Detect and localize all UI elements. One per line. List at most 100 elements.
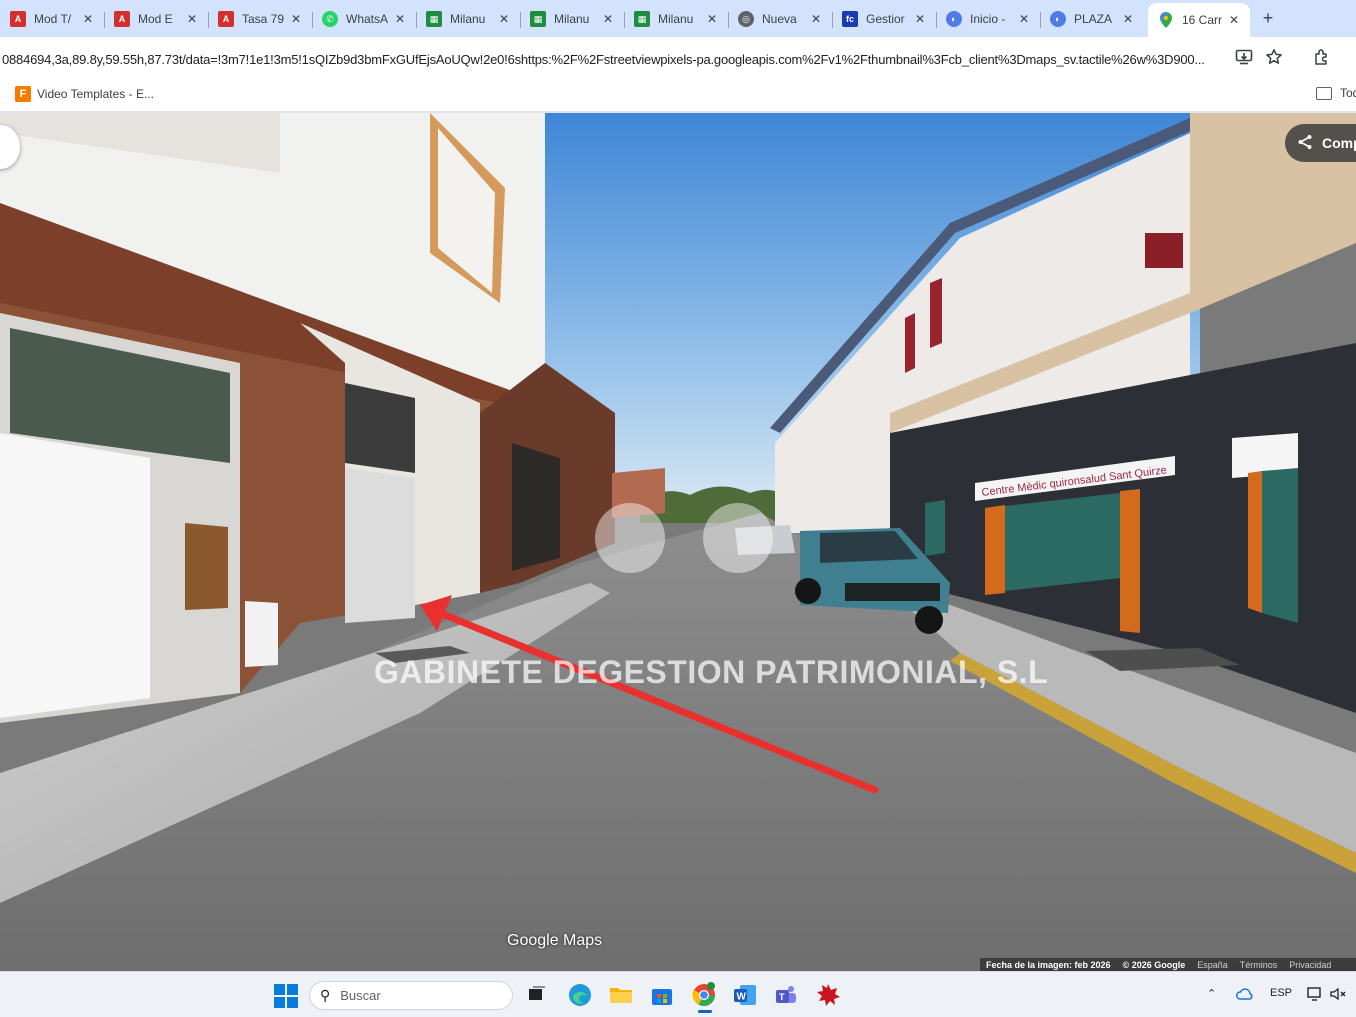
street-scene: Centre Mèdic quironsalud Sant Quirze (0, 113, 1356, 971)
copyright: © 2026 Google (1122, 959, 1186, 970)
display-icon[interactable] (1307, 987, 1323, 1004)
tab-2[interactable]: A Tasa 79 ✕ (208, 4, 313, 34)
tab-5[interactable]: ▦ Milanu ✕ (520, 4, 625, 34)
tab-6[interactable]: ▦ Milanu ✕ (624, 4, 729, 34)
network-cloud-icon[interactable] (1236, 987, 1254, 1004)
tab-title: Tasa 79 (242, 12, 285, 26)
folder-icon (1316, 86, 1332, 100)
tab-title: Mod T/ (34, 12, 72, 26)
search-icon: ⚲ (320, 987, 331, 1003)
teams-icon[interactable]: T (773, 982, 799, 1008)
watermark-text: GABINETE DEGESTION PATRIMONIAL, S.L (374, 654, 1049, 690)
globe-icon: ◐ (946, 11, 962, 27)
watermark-logo (595, 503, 665, 573)
sheets-icon: ▦ (634, 11, 650, 27)
close-icon[interactable]: ✕ (1016, 12, 1032, 26)
share-button[interactable]: Comp (1285, 124, 1356, 162)
google-maps-logo: Google Maps (507, 932, 603, 949)
tab-8[interactable]: fc Gestior ✕ (832, 4, 937, 34)
pdf-icon: A (114, 11, 130, 27)
browser-toolbar: 0884694,3a,89.8y,59.55h,87.73t/data=!3m7… (0, 37, 1356, 79)
windows-taskbar: ⚲ Buscar W T ⌃ ESP (0, 971, 1356, 1017)
tab-title: Milanu (658, 12, 694, 26)
install-app-icon[interactable] (1234, 48, 1254, 68)
close-icon[interactable]: ✕ (912, 12, 928, 26)
chrome-icon: ◎ (738, 11, 754, 27)
tab-title: Inicio - (970, 12, 1006, 26)
svg-text:T: T (779, 992, 785, 1002)
bookmark-label: Tod (1340, 86, 1356, 100)
speaker-muted-icon[interactable] (1330, 987, 1348, 1004)
address-bar[interactable]: 0884694,3a,89.8y,59.55h,87.73t/data=!3m7… (0, 43, 1295, 75)
app-red-icon[interactable] (815, 982, 841, 1008)
sheets-icon: ▦ (426, 11, 442, 27)
share-label: Comp (1322, 135, 1356, 151)
tab-strip: A Mod T/ ✕ A Mod E ✕ A Tasa 79 ✕ ✆ Whats… (0, 0, 1356, 37)
close-icon[interactable]: ✕ (80, 12, 96, 26)
search-placeholder: Buscar (340, 988, 381, 1003)
tab-title: Milanu (554, 12, 590, 26)
tab-4[interactable]: ▦ Milanu ✕ (416, 4, 521, 34)
close-icon[interactable]: ✕ (496, 12, 512, 26)
task-view-icon[interactable] (526, 982, 552, 1008)
maps-pin-icon (1158, 12, 1174, 28)
close-icon[interactable]: ✕ (184, 12, 200, 26)
input-language[interactable]: ESP (1270, 987, 1292, 999)
windows-start-icon[interactable] (274, 984, 298, 1008)
clinic-window (1005, 493, 1120, 591)
whatsapp-icon: ✆ (322, 11, 338, 27)
tab-title: 16 Carr (1182, 13, 1223, 27)
tab-9[interactable]: ◐ Inicio - ✕ (936, 4, 1041, 34)
close-icon[interactable]: ✕ (1226, 13, 1242, 27)
bookmarks-bar: F Video Templates - E... Tod (0, 79, 1356, 112)
close-icon[interactable]: ✕ (1120, 12, 1136, 26)
close-icon[interactable]: ✕ (288, 12, 304, 26)
chrome-taskbar-icon[interactable] (691, 982, 717, 1008)
street-view-viewport[interactable]: Centre Mèdic quironsalud Sant Quirze Com… (0, 113, 1356, 971)
close-icon[interactable]: ✕ (704, 12, 720, 26)
garage-door (345, 468, 415, 623)
tab-title: Gestior (866, 12, 905, 26)
tab-11-active[interactable]: 16 Carr ✕ (1148, 3, 1250, 37)
sheets-icon: ▦ (530, 11, 546, 27)
taskbar-search[interactable]: ⚲ Buscar (309, 981, 513, 1010)
entrance-door (0, 433, 150, 718)
url-text[interactable]: 0884694,3a,89.8y,59.55h,87.73t/data=!3m7… (0, 52, 1222, 67)
terms-link[interactable]: Términos (1240, 960, 1278, 970)
tab-title: Mod E (138, 12, 173, 26)
close-icon[interactable]: ✕ (600, 12, 616, 26)
fc-icon: fc (842, 11, 858, 27)
tab-title: Milanu (450, 12, 486, 26)
close-icon[interactable]: ✕ (392, 12, 408, 26)
tab-title: PLAZA (1074, 12, 1113, 26)
pdf-icon: A (218, 11, 234, 27)
file-explorer-icon[interactable] (608, 982, 634, 1008)
tab-10[interactable]: ◐ PLAZA ✕ (1040, 4, 1144, 34)
tab-3[interactable]: ✆ WhatsA ✕ (312, 4, 417, 34)
tab-0[interactable]: A Mod T/ ✕ (0, 4, 105, 34)
extensions-icon[interactable] (1312, 48, 1332, 68)
globe-icon: ◐ (1050, 11, 1066, 27)
bookmark-all-folder[interactable]: Tod (1316, 86, 1356, 100)
privacy-link[interactable]: Privacidad (1289, 960, 1331, 970)
new-tab-button[interactable]: + (1258, 8, 1278, 28)
tab-1[interactable]: A Mod E ✕ (104, 4, 209, 34)
tab-title: WhatsA (346, 12, 389, 26)
envato-icon: F (15, 86, 31, 102)
bookmark-video-templates[interactable]: F Video Templates - E... (15, 86, 154, 102)
tab-title: Nueva (762, 12, 797, 26)
pdf-icon: A (10, 11, 26, 27)
country-link[interactable]: España (1197, 960, 1228, 970)
show-hidden-icons[interactable]: ⌃ (1207, 987, 1216, 1000)
image-date: Fecha de la imagen: feb 2026 (986, 959, 1111, 970)
bookmark-star-icon[interactable] (1264, 48, 1284, 68)
svg-text:W: W (737, 992, 747, 1003)
word-icon[interactable]: W (732, 982, 758, 1008)
close-icon[interactable]: ✕ (808, 12, 824, 26)
mailboxes (185, 523, 228, 610)
tab-7[interactable]: ◎ Nueva ✕ (728, 4, 833, 34)
store-icon[interactable] (649, 982, 675, 1008)
edge-browser-icon[interactable] (567, 982, 593, 1008)
attribution-bar: Fecha de la imagen: feb 2026 © 2026 Goog… (980, 958, 1356, 971)
share-icon (1297, 134, 1315, 153)
